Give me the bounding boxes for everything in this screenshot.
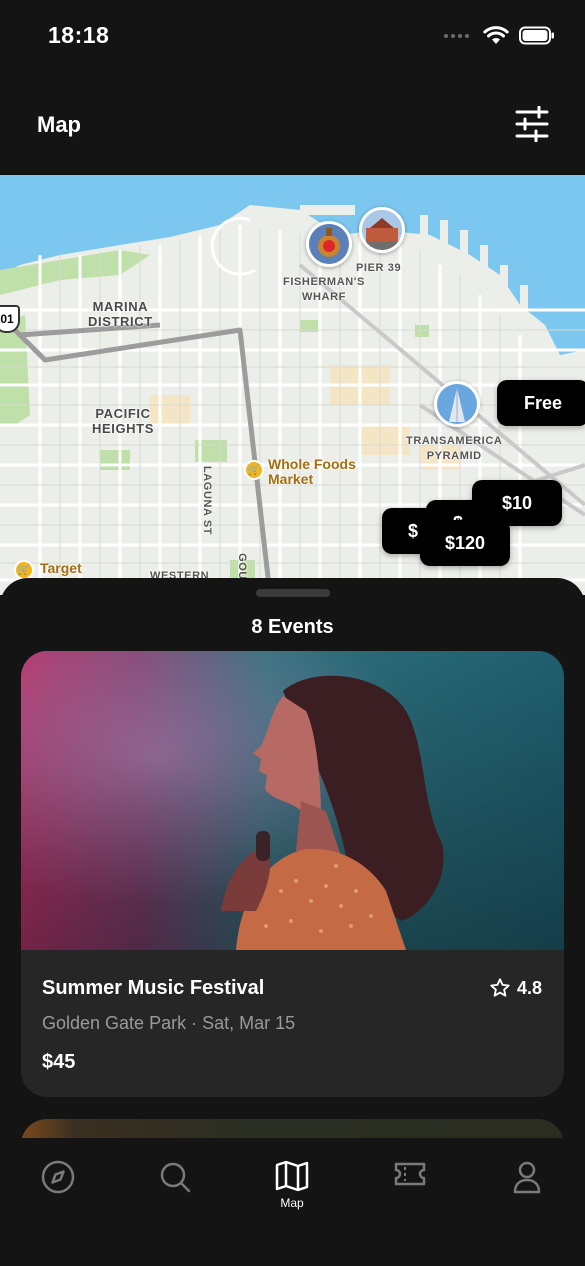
sliders-icon	[515, 105, 549, 143]
signal-icon	[444, 33, 469, 38]
map-icon	[275, 1160, 309, 1192]
page-title: Map	[37, 112, 81, 137]
price-pin-120[interactable]: $120	[420, 520, 510, 566]
landmark-fishermans-wharf[interactable]	[306, 221, 352, 267]
event-card-next[interactable]	[21, 1119, 564, 1138]
landmark-pier-39[interactable]	[359, 207, 405, 253]
status-bar: 18:18	[0, 0, 585, 78]
rating-value: 4.8	[516, 977, 542, 998]
cart-icon: 🛒	[14, 560, 34, 580]
map-label-pier-39: PIER 39	[356, 262, 402, 274]
map-label-laguna-st: LAGUNA ST	[201, 465, 214, 536]
map-poi-whole-foods: Whole Foods Market	[268, 456, 356, 487]
search-icon	[160, 1162, 191, 1193]
events-count: 8 Events	[251, 616, 334, 638]
price-pin-free[interactable]: Free	[497, 380, 585, 426]
map-label-fishermans-wharf: FISHERMAN'S WHARF	[283, 276, 365, 303]
filter-button[interactable]	[515, 105, 549, 143]
event-meta: Golden Gate Park · Sat, Mar 15	[42, 1013, 296, 1033]
status-icons	[444, 26, 555, 45]
event-image	[21, 651, 564, 950]
event-card[interactable]: Summer Music Festival 4.8 Golden Gate Pa…	[21, 651, 564, 1097]
header: Map	[0, 78, 585, 175]
sheet-grabber[interactable]	[256, 589, 330, 597]
tab-search[interactable]	[145, 1160, 205, 1220]
map-label-pacific-heights: PACIFIC HEIGHTS	[92, 406, 154, 436]
highway-shield-icon: 01	[0, 305, 20, 333]
landmark-transamerica[interactable]	[434, 381, 480, 427]
tab-map-label: Map	[280, 1196, 304, 1210]
tab-explore[interactable]	[28, 1160, 88, 1220]
status-time: 18:18	[48, 22, 110, 48]
tab-bar: Map	[0, 1138, 585, 1266]
map-label-gou: GOU	[235, 553, 248, 580]
event-title: Summer Music Festival	[42, 977, 265, 999]
map-label-marina: MARINA DISTRICT	[88, 299, 153, 329]
ticket-icon	[394, 1162, 426, 1186]
map-view[interactable]: MARINA DISTRICT PACIFIC HEIGHTS FISHERMAN'…	[0, 175, 585, 595]
event-rating: 4.8	[489, 977, 542, 999]
cart-icon: 🛒	[244, 460, 264, 480]
wifi-icon	[483, 26, 509, 44]
compass-icon	[41, 1160, 75, 1194]
events-sheet: 8 Events Summer Music Festival 4.8 Golde…	[0, 578, 585, 1138]
map-label-transamerica: TRANSAMERICA PYRAMID	[406, 435, 503, 462]
battery-icon	[519, 26, 554, 45]
map-poi-target: Target	[40, 560, 82, 576]
tab-tickets[interactable]	[380, 1160, 440, 1220]
person-icon	[513, 1161, 541, 1194]
tab-profile[interactable]	[497, 1160, 557, 1220]
event-price: $45	[42, 1051, 76, 1073]
tab-map[interactable]: Map	[262, 1160, 322, 1220]
star-icon[interactable]	[489, 977, 511, 999]
